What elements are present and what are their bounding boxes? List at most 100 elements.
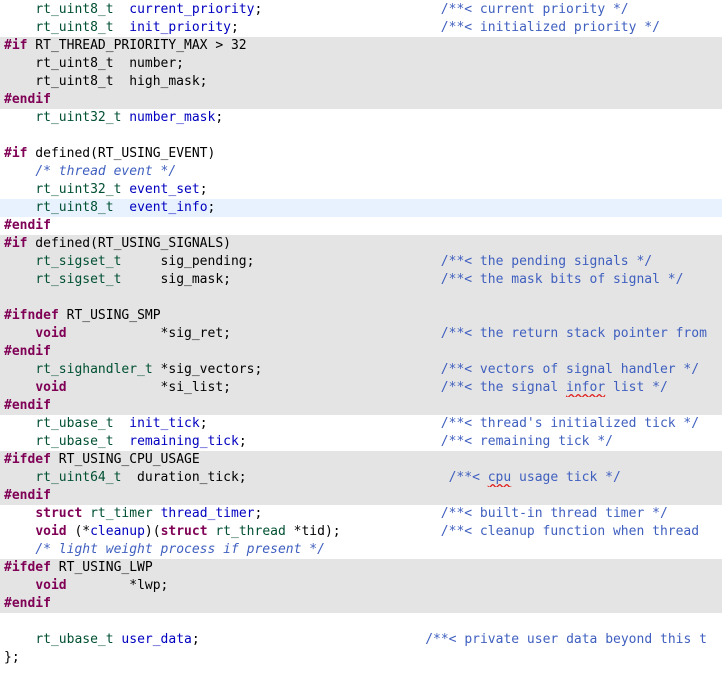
code-line-inactive[interactable]: #if RT_THREAD_PRIORITY_MAX > 32 — [0, 37, 722, 55]
type-token: rt_sigset_t — [35, 254, 122, 269]
code-line-inactive[interactable]: #endif — [0, 595, 722, 613]
trailing-comment: /**< cpu usage tick */ — [449, 469, 621, 487]
code-line[interactable]: /* thread event */ — [0, 163, 722, 181]
type-token: rt_uint32_t — [35, 182, 122, 197]
type-token: rt_ubase_t — [35, 434, 114, 449]
misspelled-word: infor — [566, 380, 606, 395]
code-token: RT_USING_SMP — [58, 308, 161, 323]
doc-comment-token: /**< private user data beyond this t — [425, 632, 707, 647]
code-line[interactable]: rt_uint8_t init_priority; /**< initialize… — [0, 19, 722, 37]
code-line[interactable]: }; — [0, 649, 722, 667]
trailing-comment: /**< remaining tick */ — [441, 433, 613, 451]
code-line-inactive[interactable]: #endif — [0, 91, 722, 109]
trailing-comment: /**< the signal infor list */ — [441, 379, 668, 397]
code-token: ; — [254, 506, 263, 521]
code-token: rt_uint8_t high_mask; — [4, 74, 208, 89]
trailing-comment: /**< cleanup function when thread — [441, 523, 699, 541]
code-text: /* thread event */ — [4, 163, 176, 181]
code-token: duration_tick; — [121, 470, 247, 485]
code-line[interactable]: struct rt_timer thread_timer; /**< built-… — [0, 505, 722, 523]
code-line[interactable] — [0, 613, 722, 631]
code-line-inactive[interactable]: #ifdef RT_USING_CPU_USAGE — [0, 451, 722, 469]
keyword-token: #ifndef — [4, 308, 59, 323]
code-line[interactable]: rt_uint32_t number_mask; — [0, 109, 722, 127]
code-line[interactable]: void (*cleanup)(struct rt_thread *tid); /… — [0, 523, 722, 541]
field-token: init_priority — [129, 20, 231, 35]
code-line-inactive[interactable]: #ifndef RT_USING_SMP — [0, 307, 722, 325]
code-token: ; — [199, 416, 208, 431]
keyword-token: #if — [4, 38, 28, 53]
code-text: #ifdef RT_USING_LWP — [4, 559, 153, 577]
doc-comment-token: /**< the pending signals */ — [440, 254, 653, 269]
code-text: #if defined(RT_USING_EVENT) — [4, 145, 215, 163]
code-editor[interactable]: rt_uint8_t current_priority; /**< current… — [0, 0, 722, 673]
code-line[interactable]: rt_ubase_t remaining_tick; /**< remaining… — [0, 433, 722, 451]
code-text: rt_uint8_t number; — [4, 55, 184, 73]
code-line-inactive[interactable]: rt_sigset_t sig_mask; /**< the mask bits … — [0, 271, 722, 289]
code-line[interactable] — [0, 127, 722, 145]
code-token: ; — [231, 20, 239, 35]
keyword-token: #ifdef — [4, 452, 51, 467]
code-text: #ifdef RT_USING_CPU_USAGE — [4, 451, 200, 469]
code-line[interactable]: rt_ubase_t init_tick; /**< thread's initi… — [0, 415, 722, 433]
field-token: current_priority — [129, 2, 255, 17]
comment-token: /* thread event */ — [35, 164, 177, 179]
type-token: rt_ubase_t — [35, 632, 114, 647]
code-line[interactable]: /* light weight process if present */ — [0, 541, 722, 559]
code-line-inactive[interactable]: rt_uint64_t duration_tick; /**< cpu usage… — [0, 469, 722, 487]
code-line[interactable]: rt_uint8_t current_priority; /**< current… — [0, 1, 722, 19]
code-text: #endif — [4, 91, 51, 109]
code-line-inactive[interactable]: void *lwp; — [0, 577, 722, 595]
code-line-inactive[interactable]: rt_sigset_t sig_pending; /**< the pending… — [0, 253, 722, 271]
code-token: }; — [4, 650, 20, 665]
code-line[interactable]: rt_ubase_t user_data; /**< private user d… — [0, 631, 722, 649]
code-line-inactive[interactable]: #ifdef RT_USING_LWP — [0, 559, 722, 577]
code-text: void (*cleanup)(struct rt_thread *tid); — [4, 523, 340, 541]
code-token: RT_THREAD_PRIORITY_MAX > 32 — [27, 38, 247, 53]
code-text: #endif — [4, 343, 51, 361]
code-line-inactive[interactable]: #endif — [0, 487, 722, 505]
code-text: #ifndef RT_USING_SMP — [4, 307, 161, 325]
code-line-current[interactable]: rt_uint8_t event_info; — [0, 199, 722, 217]
code-line-inactive[interactable]: void *sig_ret; /**< the return stack poin… — [0, 325, 722, 343]
type-token: rt_uint32_t — [35, 110, 122, 125]
code-line-inactive[interactable]: rt_sighandler_t *sig_vectors; /**< vector… — [0, 361, 722, 379]
trailing-comment: /**< current priority */ — [441, 1, 629, 19]
code-line-inactive[interactable]: #endif — [0, 397, 722, 415]
code-line-inactive[interactable]: #endif — [0, 343, 722, 361]
field-token: event_info — [129, 200, 208, 215]
doc-comment-token: /**< the mask bits of signal */ — [440, 272, 684, 287]
code-line-inactive[interactable]: #if defined(RT_USING_SIGNALS) — [0, 235, 722, 253]
code-line-inactive[interactable]: void *si_list; /**< the signal infor list… — [0, 379, 722, 397]
code-token: ; — [238, 434, 247, 449]
code-line[interactable]: #if defined(RT_USING_EVENT) — [0, 145, 722, 163]
code-line-inactive[interactable]: rt_uint8_t number; — [0, 55, 722, 73]
code-line-inactive[interactable]: rt_uint8_t high_mask; — [0, 73, 722, 91]
comment-token: /* light weight process if present */ — [35, 542, 325, 557]
code-token: ; — [199, 182, 208, 197]
code-token: defined(RT_USING_EVENT) — [27, 146, 216, 161]
doc-comment-token: /**< the return stack pointer from — [440, 326, 707, 341]
code-text: rt_sigset_t sig_pending; — [4, 253, 254, 271]
code-line-inactive[interactable] — [0, 289, 722, 307]
code-text: #if defined(RT_USING_SIGNALS) — [4, 235, 231, 253]
code-token: *sig_vectors; — [152, 362, 263, 377]
doc-comment-token: /**< thread's initialized tick */ — [440, 416, 700, 431]
trailing-comment: /**< vectors of signal handler */ — [441, 361, 699, 379]
code-text: #endif — [4, 595, 51, 613]
keyword-token: #endif — [4, 92, 51, 107]
code-text: #endif — [4, 487, 51, 505]
doc-comment-token: usage tick */ — [511, 470, 621, 485]
type-token: rt_sigset_t — [35, 272, 122, 287]
code-line[interactable]: rt_uint32_t event_set; — [0, 181, 722, 199]
code-line[interactable]: #endif — [0, 217, 722, 235]
